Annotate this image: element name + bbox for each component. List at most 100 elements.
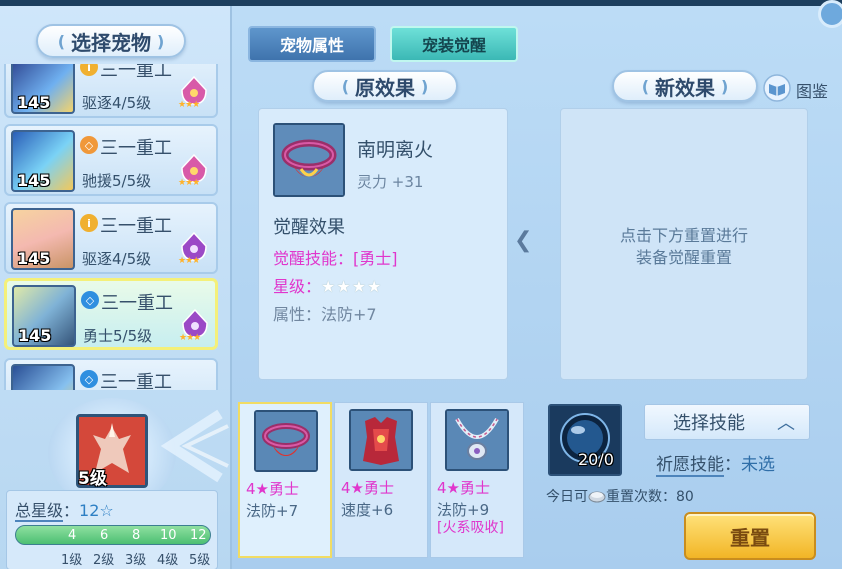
pet-card[interactable]: ◇ 三一重工 — [4, 358, 218, 390]
awaken-effect-heading: 觉醒效果 — [273, 217, 345, 238]
wish-skill-value: 未选 — [741, 455, 775, 475]
pet-class: 驱逐4/5级 — [82, 94, 152, 112]
wish-skill-separator: ： — [724, 455, 741, 475]
pet-avatar — [11, 364, 75, 390]
original-effect-title: ( 原效果 ) — [312, 70, 458, 102]
scroll-curl-icon: ) — [721, 76, 729, 96]
level-label: 1级 — [61, 553, 83, 568]
pet-select-panel: ( 选择宠物 ) 145 i 三一重工 驱逐4/5级 ★★★ 145 ◇ 三一重… — [0, 6, 232, 569]
pet-card[interactable]: 145 ◇ 三一重工 驰援5/5级 ★★★ — [4, 124, 218, 196]
original-effect-title-text: 原效果 — [355, 75, 415, 100]
star-progress-bar: 4 6 8 10 12 — [15, 525, 211, 545]
equip-option[interactable]: 4★勇士 速度+6 — [334, 402, 428, 558]
orb-count: 20/0 — [578, 450, 614, 469]
fire-bracelet-icon — [275, 125, 343, 195]
pet-select-title-text: 选择宠物 — [71, 30, 151, 55]
item-stat: 灵力 +31 — [357, 173, 424, 191]
tab-equip-awaken[interactable]: 宠装觉醒 — [390, 26, 518, 62]
pet-rank-icon: ◇ — [80, 136, 98, 154]
wish-skill-label[interactable]: 祈愿技能 — [656, 455, 724, 477]
option-stat: 速度+6 — [341, 501, 394, 519]
pet-class: 驱逐4/5级 — [82, 250, 152, 268]
necklace-icon — [447, 411, 507, 469]
progress-tick: 12 — [190, 528, 207, 543]
pet-select-title: ( 选择宠物 ) — [36, 24, 186, 58]
wish-skill: 祈愿技能：未选 — [656, 450, 775, 477]
pet-level: 145 — [17, 93, 51, 112]
tab-pet-attributes[interactable]: 宠物属性 — [248, 26, 376, 62]
hint-line: 点击下方重置进行 — [619, 226, 748, 245]
level-label: 3级 — [125, 553, 147, 568]
pet-avatar: 145 — [12, 285, 76, 347]
new-effect-title-text: 新效果 — [655, 75, 715, 100]
codex-label[interactable]: 图鉴 — [796, 78, 828, 102]
pet-name: 三一重工 — [101, 293, 173, 314]
progress-tick: 10 — [160, 528, 177, 543]
reset-button[interactable]: 重置 — [684, 512, 816, 560]
option-icon-slot — [349, 409, 413, 471]
pet-rank-icon: i — [80, 64, 98, 76]
level-label: 2级 — [93, 553, 115, 568]
pet-name: 三一重工 — [100, 372, 172, 390]
hint-line: 装备觉醒重置 — [635, 248, 732, 267]
pet-stars: ★★★ — [178, 256, 200, 266]
pet-rank-icon: ◇ — [80, 370, 98, 388]
star-total-box: 总星级：12☆ 4 6 8 10 12 1级 2级 3级 4级 5级 — [6, 490, 218, 569]
star-total-value: 12☆ — [79, 501, 114, 520]
reset-count-value: ：80 — [662, 489, 694, 505]
close-button[interactable] — [818, 0, 842, 28]
star-total-label: 总星级 — [15, 501, 64, 522]
equip-level: 5级 — [78, 469, 107, 489]
tab-label: 宠装觉醒 — [421, 36, 486, 55]
tab-label: 宠物属性 — [279, 36, 344, 55]
equip-option[interactable]: 4★勇士 法防+9 [火系吸收] — [430, 402, 524, 558]
pet-avatar: 145 — [11, 130, 75, 192]
red-armor-icon — [351, 411, 411, 469]
star-total: 总星级：12☆ — [15, 501, 114, 522]
reset-button-label: 重置 — [730, 525, 770, 550]
pet-list[interactable]: 145 i 三一重工 驱逐4/5级 ★★★ 145 ◇ 三一重工 驰援5/5级 … — [4, 64, 220, 390]
option-stat: 法防+7 — [246, 502, 299, 520]
option-rank: 4★勇士 — [437, 479, 490, 497]
select-skill-button[interactable]: 选择技能 ︿ — [644, 404, 810, 440]
level-label: 5级 — [189, 553, 211, 568]
select-skill-label: 选择技能 — [673, 413, 745, 434]
pet-avatar: 145 — [11, 64, 75, 114]
pet-avatar: 145 — [11, 208, 75, 270]
pet-card[interactable]: 145 i 三一重工 驱逐4/5级 ★★★ — [4, 202, 218, 274]
codex-book-icon[interactable] — [762, 74, 792, 102]
swap-arrow-icon: ❮ — [514, 228, 533, 253]
original-effect-panel: 南明离火 灵力 +31 觉醒效果 觉醒技能：[勇士] 星级：★★★★ 属性：法防… — [258, 108, 508, 380]
pet-class: 勇士5/5级 — [83, 327, 153, 345]
pet-card-selected[interactable]: 145 ◇ 三一重工 勇士5/5级 ★★★ — [4, 278, 218, 350]
pet-level: 145 — [18, 326, 52, 345]
pet-rank-icon: i — [80, 214, 98, 232]
pet-class: 驰援5/5级 — [82, 172, 152, 190]
today-prefix: 今日可 — [546, 489, 588, 505]
progress-tick: 8 — [132, 528, 141, 543]
reset-count-label: 重置次数 — [606, 489, 662, 505]
fire-bracelet-icon — [256, 412, 316, 470]
pet-level: 145 — [17, 249, 51, 268]
pet-stars: ★★★ — [178, 100, 200, 110]
scroll-curl-icon: ) — [421, 76, 429, 96]
new-effect-title: ( 新效果 ) — [612, 70, 758, 102]
new-effect-panel: 点击下方重置进行 装备觉醒重置 — [560, 108, 808, 380]
option-icon-slot — [254, 410, 318, 472]
pet-name: 三一重工 — [100, 138, 172, 159]
progress-tick: 4 — [68, 528, 77, 543]
option-icon-slot — [445, 409, 509, 471]
awaken-star-line: 星级：★★★★ — [273, 273, 382, 297]
pet-card[interactable]: 145 i 三一重工 驱逐4/5级 ★★★ — [4, 64, 218, 118]
chevron-up-icon: ︿ — [777, 413, 795, 434]
item-icon-slot[interactable] — [273, 123, 345, 197]
awaken-attr-line: 属性：法防+7 — [273, 305, 377, 324]
new-effect-hint: 点击下方重置进行 装备觉醒重置 — [561, 225, 807, 269]
star-label: 星级： — [273, 277, 322, 296]
arrow-left-deco-icon — [160, 409, 229, 483]
awaken-skill-line: 觉醒技能：[勇士] — [273, 249, 398, 268]
pet-name: 三一重工 — [100, 216, 172, 237]
scroll-curl-icon: ( — [341, 76, 349, 96]
pet-level: 145 — [17, 171, 51, 190]
equip-option[interactable]: 4★勇士 法防+7 — [238, 402, 332, 558]
